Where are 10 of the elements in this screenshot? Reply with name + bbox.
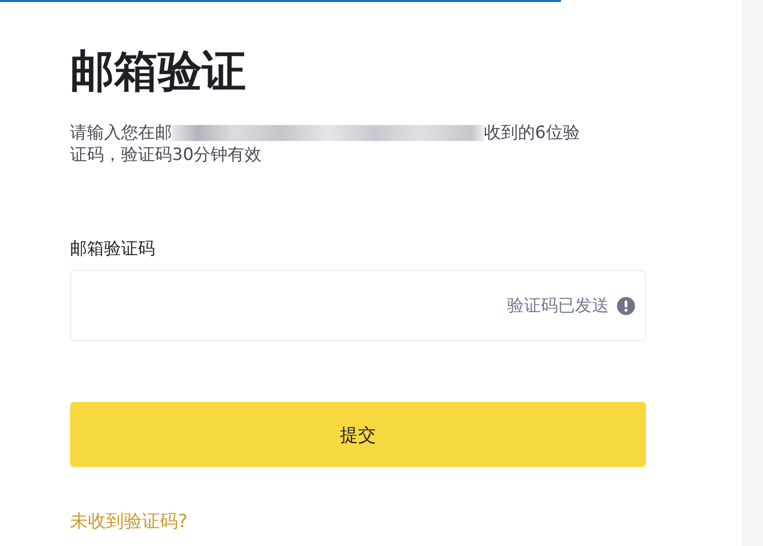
status-text: 验证码已发送 xyxy=(507,295,609,317)
description-text: 请输入您在邮 xyxy=(70,122,172,144)
field-label: 邮箱验证码 xyxy=(70,238,156,260)
description-text: 证码，验证码30分钟有效 xyxy=(70,144,262,166)
resend-link[interactable]: 未收到验证码? xyxy=(70,509,188,533)
submit-button[interactable]: 提交 xyxy=(70,402,646,467)
page-title: 邮箱验证 xyxy=(70,45,247,99)
description-text: 收到的6位验 xyxy=(484,122,580,144)
warning-icon xyxy=(617,296,635,314)
code-input-field[interactable]: 验证码已发送 xyxy=(70,270,646,341)
